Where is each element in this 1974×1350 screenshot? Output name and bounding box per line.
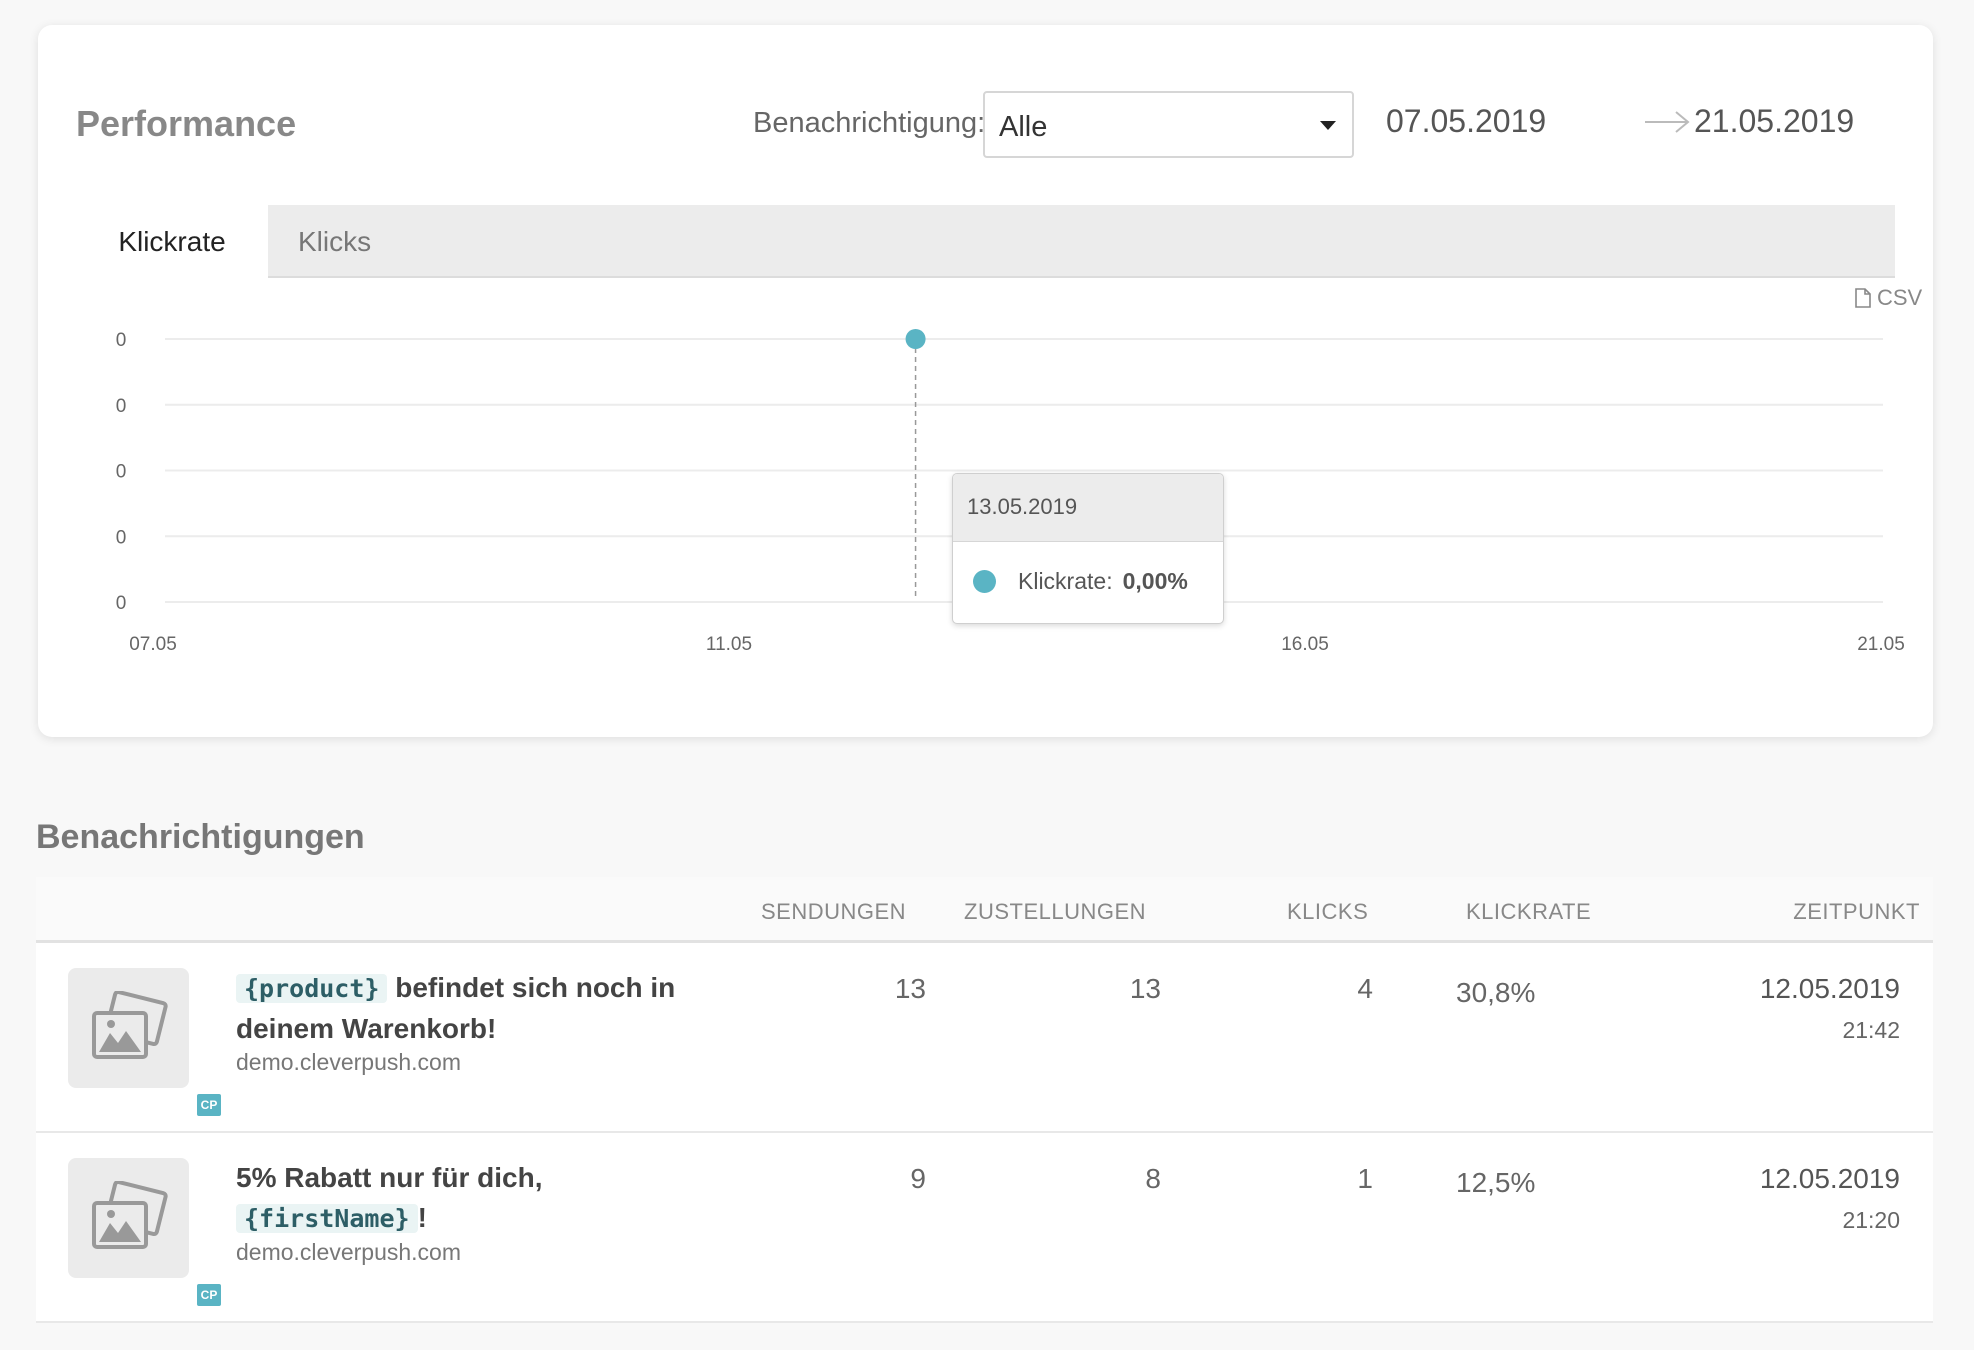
sent-time: 21:20 (1842, 1207, 1900, 1233)
notifications-table: SENDUNGEN ZUSTELLUNGEN KLICKS KLICKRATE … (36, 877, 1933, 1323)
zustellungen-value: 8 (1145, 1163, 1161, 1194)
notification-thumbnail: CP (68, 968, 221, 1116)
sent-time: 21:42 (1842, 1017, 1900, 1043)
image-placeholder-icon (92, 1181, 168, 1249)
x-tick-label: 21.05 (1857, 634, 1905, 655)
series-dot-icon (973, 570, 996, 593)
x-tick-label: 16.05 (1281, 634, 1329, 655)
y-tick-label: 0 (116, 462, 127, 483)
col-klickrate[interactable]: KLICKRATE (1466, 899, 1591, 925)
tooltip-date: 13.05.2019 (953, 474, 1223, 542)
klickrate-value: 30,8% (1456, 977, 1536, 1008)
table-header: SENDUNGEN ZUSTELLUNGEN KLICKS KLICKRATE … (36, 877, 1933, 943)
col-zustellungen[interactable]: ZUSTELLUNGEN (964, 899, 1146, 925)
klicks-value: 4 (1357, 973, 1373, 1004)
notification-title[interactable]: {product} befindet sich noch in deinem W… (236, 968, 706, 1049)
y-tick-label: 0 (116, 330, 127, 351)
notification-domain: demo.cleverpush.com (236, 1049, 461, 1075)
notification-title[interactable]: 5% Rabatt nur für dich, {firstName}! (236, 1158, 706, 1239)
sent-date: 12.05.2019 (1759, 973, 1900, 1004)
col-sendungen[interactable]: SENDUNGEN (761, 899, 906, 925)
y-tick-label: 0 (116, 527, 127, 548)
notification-domain: demo.cleverpush.com (236, 1239, 461, 1265)
table-row[interactable]: CP 5% Rabatt nur für dich, {firstName}! … (36, 1133, 1933, 1323)
cp-badge: CP (197, 1284, 221, 1306)
sendungen-value: 13 (894, 973, 926, 1004)
chart-tooltip: 13.05.2019 Klickrate: 0,00% (952, 473, 1224, 624)
x-tick-label: 11.05 (706, 634, 752, 655)
sent-date: 12.05.2019 (1759, 1163, 1900, 1194)
tooltip-body: Klickrate: 0,00% (953, 542, 1223, 595)
placeholder-code: {firstName} (236, 1204, 418, 1233)
notification-thumbnail: CP (68, 1158, 221, 1306)
sendungen-value: 9 (910, 1163, 926, 1194)
col-zeitpunkt[interactable]: ZEITPUNKT (1793, 899, 1920, 925)
data-point (905, 329, 926, 349)
y-tick-label: 0 (116, 396, 127, 417)
tooltip-value: 0,00% (1122, 568, 1188, 594)
notifications-title: Benachrichtigungen (36, 818, 365, 856)
image-placeholder-icon (92, 991, 168, 1059)
klicks-value: 1 (1357, 1163, 1373, 1194)
col-klicks[interactable]: KLICKS (1287, 899, 1368, 925)
tooltip-label: Klickrate: (1018, 568, 1113, 594)
zustellungen-value: 13 (1129, 973, 1161, 1004)
placeholder-code: {product} (236, 974, 388, 1003)
title-text-end: ! (417, 1202, 427, 1233)
title-text: 5% Rabatt nur für dich, (236, 1162, 543, 1193)
table-row[interactable]: CP {product} befindet sich noch in deine… (36, 943, 1933, 1133)
performance-card: Performance Benachrichtigung: Alle 07.05… (38, 25, 1933, 737)
x-tick-label: 07.05 (129, 634, 177, 655)
y-tick-label: 0 (116, 593, 127, 614)
klickrate-value: 12,5% (1456, 1167, 1536, 1198)
klickrate-chart: 0000007.05 11.05 16.05 21.05 (116, 329, 1905, 655)
cp-badge: CP (197, 1094, 221, 1116)
